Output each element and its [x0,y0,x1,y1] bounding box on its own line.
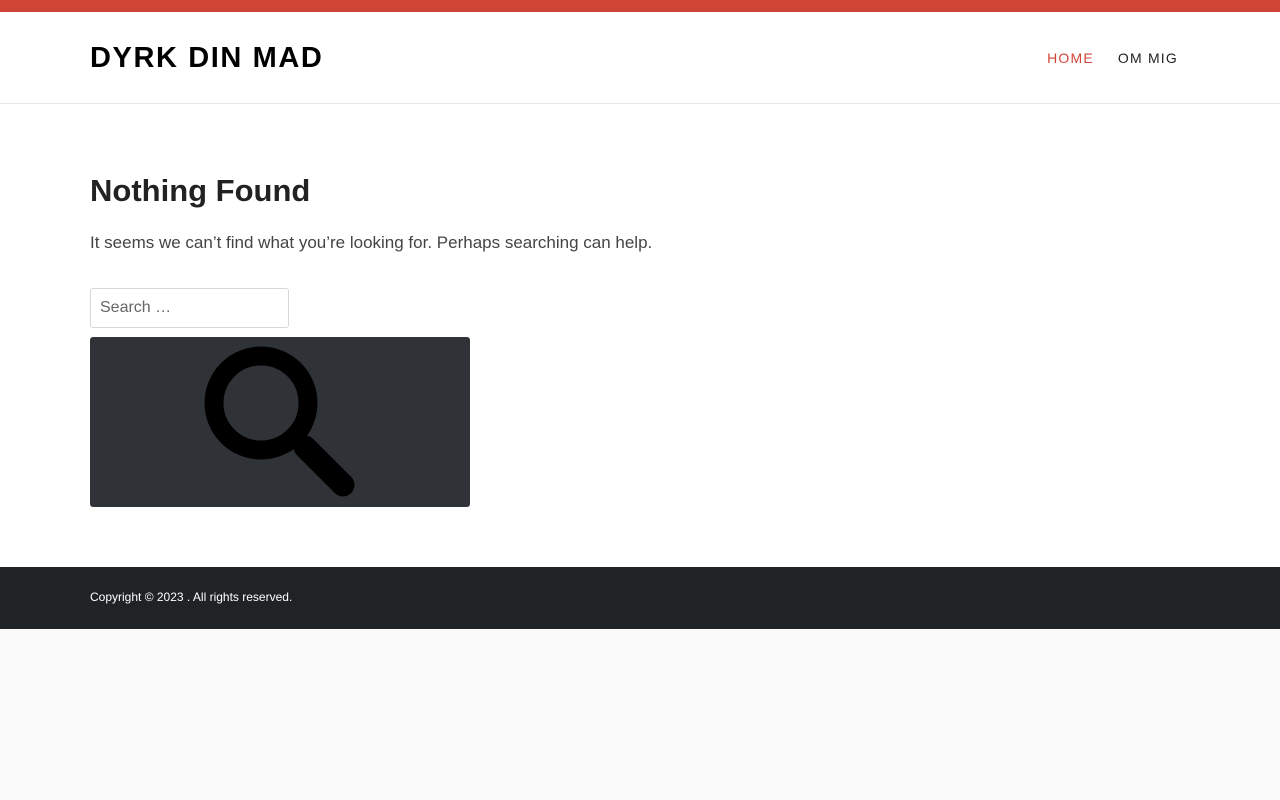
nav-item-home[interactable]: HOME [1047,48,1094,68]
page-background [0,629,1280,800]
top-accent-bar [0,0,1280,12]
main-nav: HOME OM MIG [1047,48,1178,68]
copyright-text: Copyright © 2023 . All rights reserved. [90,590,293,604]
page-title: Nothing Found [90,173,311,208]
main-content: Nothing Found It seems we can’t find wha… [0,104,1280,567]
search-button[interactable] [90,337,470,507]
search-icon [204,346,355,497]
site-title[interactable]: DYRK DIN MAD [90,40,323,76]
page-message: It seems we can’t find what you’re looki… [90,233,653,252]
search-input[interactable] [90,288,289,328]
nav-item-om-mig[interactable]: OM MIG [1118,48,1178,68]
site-header: DYRK DIN MAD HOME OM MIG [0,12,1280,104]
site-footer: Copyright © 2023 . All rights reserved. [0,567,1280,629]
